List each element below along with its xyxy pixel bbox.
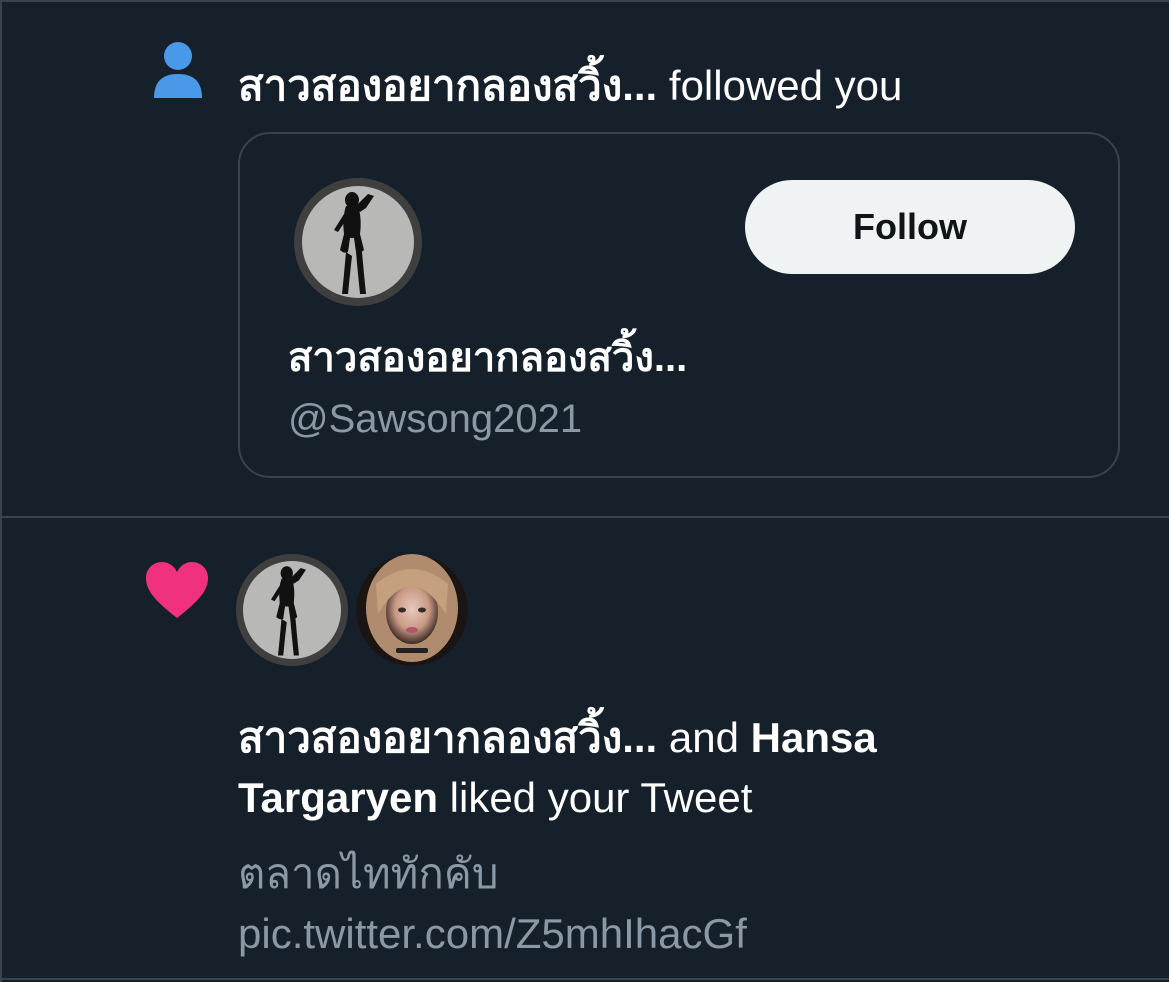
card-handle: @Sawsong2021 (288, 397, 583, 441)
avatar[interactable] (294, 178, 422, 306)
like-notification[interactable]: สาวสองอยากลองสวิ้ง... and Hansa Targarye… (0, 518, 1169, 978)
user-card[interactable]: Follow สาวสองอยากลองสวิ้ง... @Sawsong202… (238, 132, 1120, 478)
conjunction-text: and (668, 714, 739, 761)
bottom-border (0, 978, 1169, 980)
follow-notification[interactable]: สาวสองอยากลองสวิ้ง... followed you Follo… (0, 2, 1169, 516)
person-icon (152, 40, 204, 102)
heart-icon (144, 560, 210, 620)
portrait-avatar-image (356, 554, 468, 666)
like-action-text: liked your Tweet (449, 774, 753, 821)
avatar[interactable] (236, 554, 348, 666)
tweet-preview-text[interactable]: ตลาดไททักคับ pic.twitter.com/Z5mhIhacGf (238, 844, 938, 964)
follower-name[interactable]: สาวสองอยากลองสวิ้ง... (238, 62, 657, 109)
liker-name-1[interactable]: สาวสองอยากลองสวิ้ง... (238, 714, 657, 761)
silhouette-avatar-image (236, 554, 348, 666)
silhouette-avatar-image (294, 178, 422, 306)
follow-notification-text: สาวสองอยากลองสวิ้ง... followed you (238, 60, 902, 112)
card-display-name[interactable]: สาวสองอยากลองสวิ้ง... (288, 334, 687, 382)
avatar[interactable] (356, 554, 468, 666)
like-notification-text: สาวสองอยากลองสวิ้ง... and Hansa Targarye… (238, 708, 1038, 828)
follow-action-text: followed you (668, 62, 903, 109)
follow-button[interactable]: Follow (745, 180, 1075, 274)
